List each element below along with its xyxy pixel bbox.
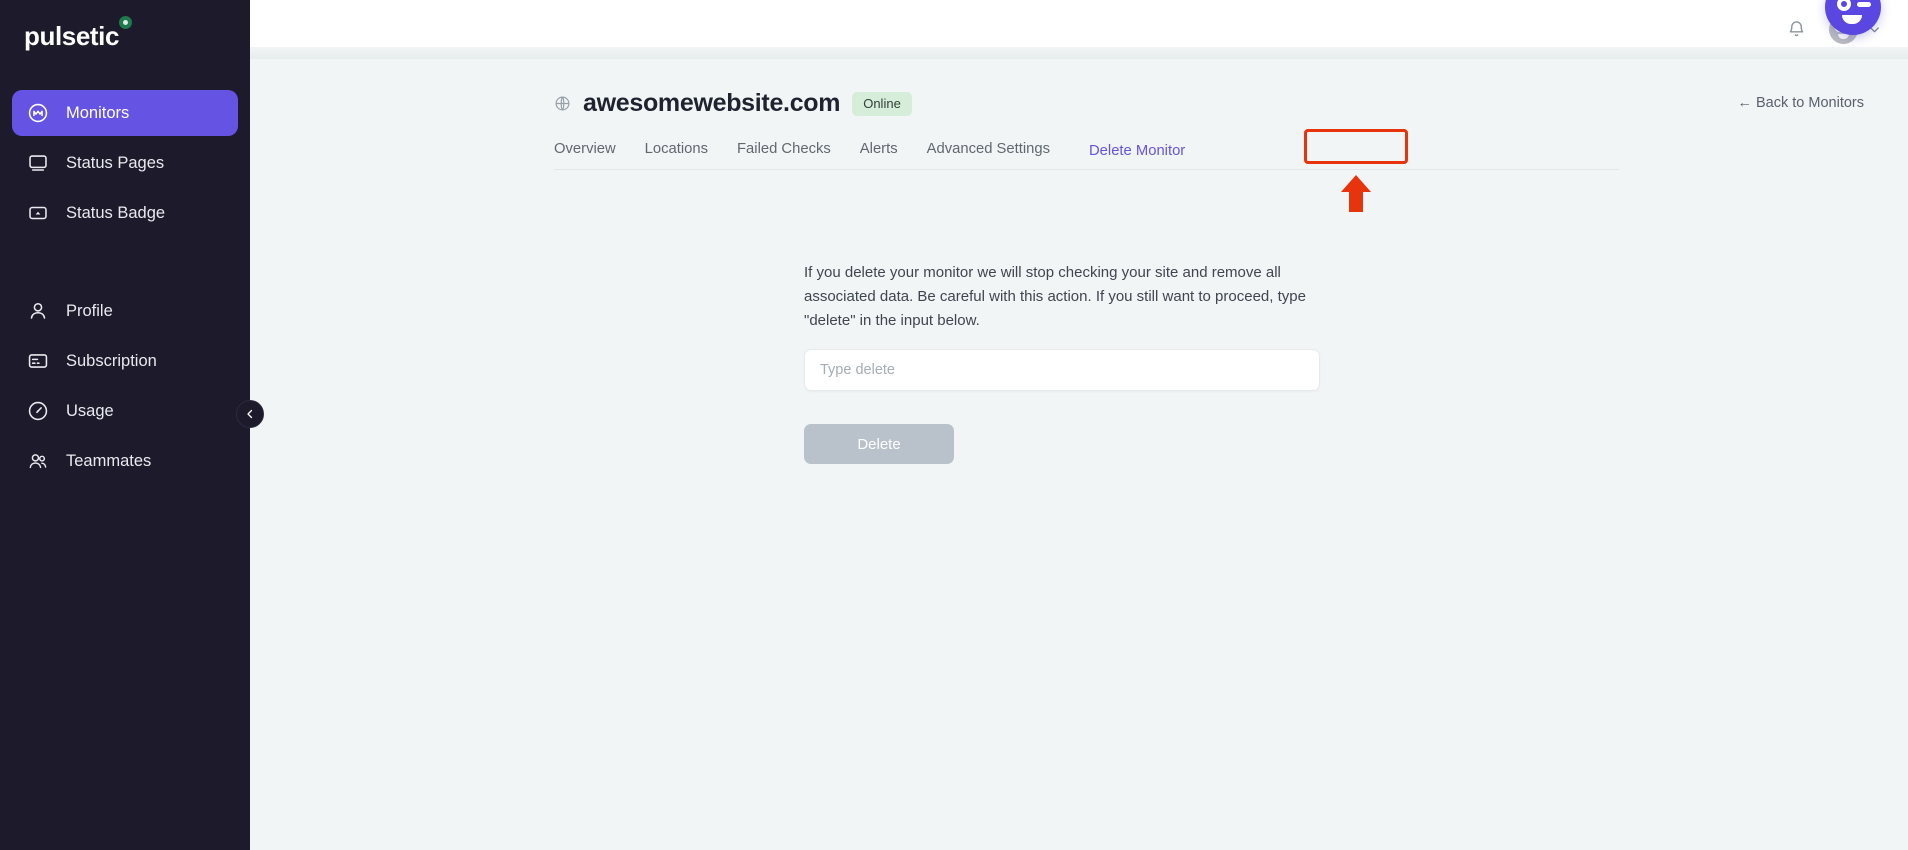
- sidebar: pulsetic Monitors Status Pages Status Ba…: [0, 0, 264, 850]
- sidebar-item-subscription[interactable]: Subscription: [12, 338, 238, 384]
- bell-icon: [1789, 20, 1804, 36]
- sidebar-item-label: Subscription: [66, 351, 157, 370]
- gauge-icon: [26, 399, 50, 423]
- chat-face-brow-icon: [1857, 2, 1871, 7]
- chevron-left-icon: [247, 409, 253, 419]
- sidebar-collapse-button[interactable]: [236, 400, 264, 428]
- globe-icon: [554, 95, 571, 112]
- main-area: awesomewebsite.com Online ← Back to Moni…: [250, 0, 1908, 850]
- sidebar-item-label: Status Badge: [66, 203, 166, 222]
- monitor-header: awesomewebsite.com Online ← Back to Moni…: [554, 89, 1864, 212]
- tab-delete-monitor[interactable]: Delete Monitor: [1079, 137, 1195, 167]
- annotation-highlight-box: [1304, 129, 1408, 164]
- sidebar-item-status-badge[interactable]: Status Badge: [12, 190, 238, 236]
- sidebar-item-status-pages[interactable]: Status Pages: [12, 140, 238, 186]
- display-icon: [26, 151, 50, 175]
- users-icon: [26, 449, 50, 473]
- chat-face-eye-icon: [1837, 0, 1851, 11]
- delete-button[interactable]: Delete: [804, 424, 954, 464]
- sidebar-item-usage[interactable]: Usage: [12, 388, 238, 434]
- back-to-monitors-link[interactable]: ← Back to Monitors: [1737, 95, 1864, 111]
- tab-overview[interactable]: Overview: [554, 135, 616, 169]
- sidebar-item-monitors[interactable]: Monitors: [12, 90, 238, 136]
- sidebar-item-label: Status Pages: [66, 153, 165, 172]
- sidebar-item-label: Teammates: [66, 451, 152, 470]
- tab-advanced-settings[interactable]: Advanced Settings: [927, 135, 1050, 169]
- bottom-scroll-band: [250, 47, 1908, 59]
- credit-card-icon: [26, 349, 50, 373]
- notifications-button[interactable]: [1786, 19, 1807, 40]
- tab-alerts[interactable]: Alerts: [860, 135, 898, 169]
- sidebar-item-label: Profile: [66, 301, 113, 320]
- tab-failed-checks[interactable]: Failed Checks: [737, 135, 831, 169]
- tab-locations[interactable]: Locations: [645, 135, 708, 169]
- sidebar-item-label: Monitors: [66, 103, 130, 122]
- brand-logo-text: pulsetic: [24, 20, 120, 51]
- sidebar-primary-nav: Monitors Status Pages Status Badge: [0, 90, 250, 236]
- delete-description: If you delete your monitor we will stop …: [804, 264, 1306, 329]
- chat-face-mouth-icon: [1842, 15, 1862, 24]
- status-badge: Online: [852, 91, 912, 116]
- monitor-title-row: awesomewebsite.com Online: [554, 89, 1864, 118]
- delete-confirm-input[interactable]: [804, 349, 1320, 391]
- monitor-tabs: Overview Locations Failed Checks Alerts …: [554, 129, 1619, 212]
- up-arrow-annotation: [1341, 175, 1371, 212]
- brand-logo[interactable]: pulsetic: [0, 0, 250, 72]
- user-icon: [26, 299, 50, 323]
- pulse-dot-icon: [119, 16, 132, 29]
- app-root: pulsetic Monitors Status Pages Status Ba…: [0, 0, 1908, 850]
- badge-icon: [26, 201, 50, 225]
- sidebar-secondary-nav: Profile Subscription Usage Teammates: [0, 288, 250, 484]
- sidebar-item-label: Usage: [66, 401, 114, 420]
- sidebar-item-profile[interactable]: Profile: [12, 288, 238, 334]
- sidebar-item-teammates[interactable]: Teammates: [12, 438, 238, 484]
- page-title: awesomewebsite.com: [583, 89, 841, 117]
- monitor-pulse-icon: [26, 101, 50, 125]
